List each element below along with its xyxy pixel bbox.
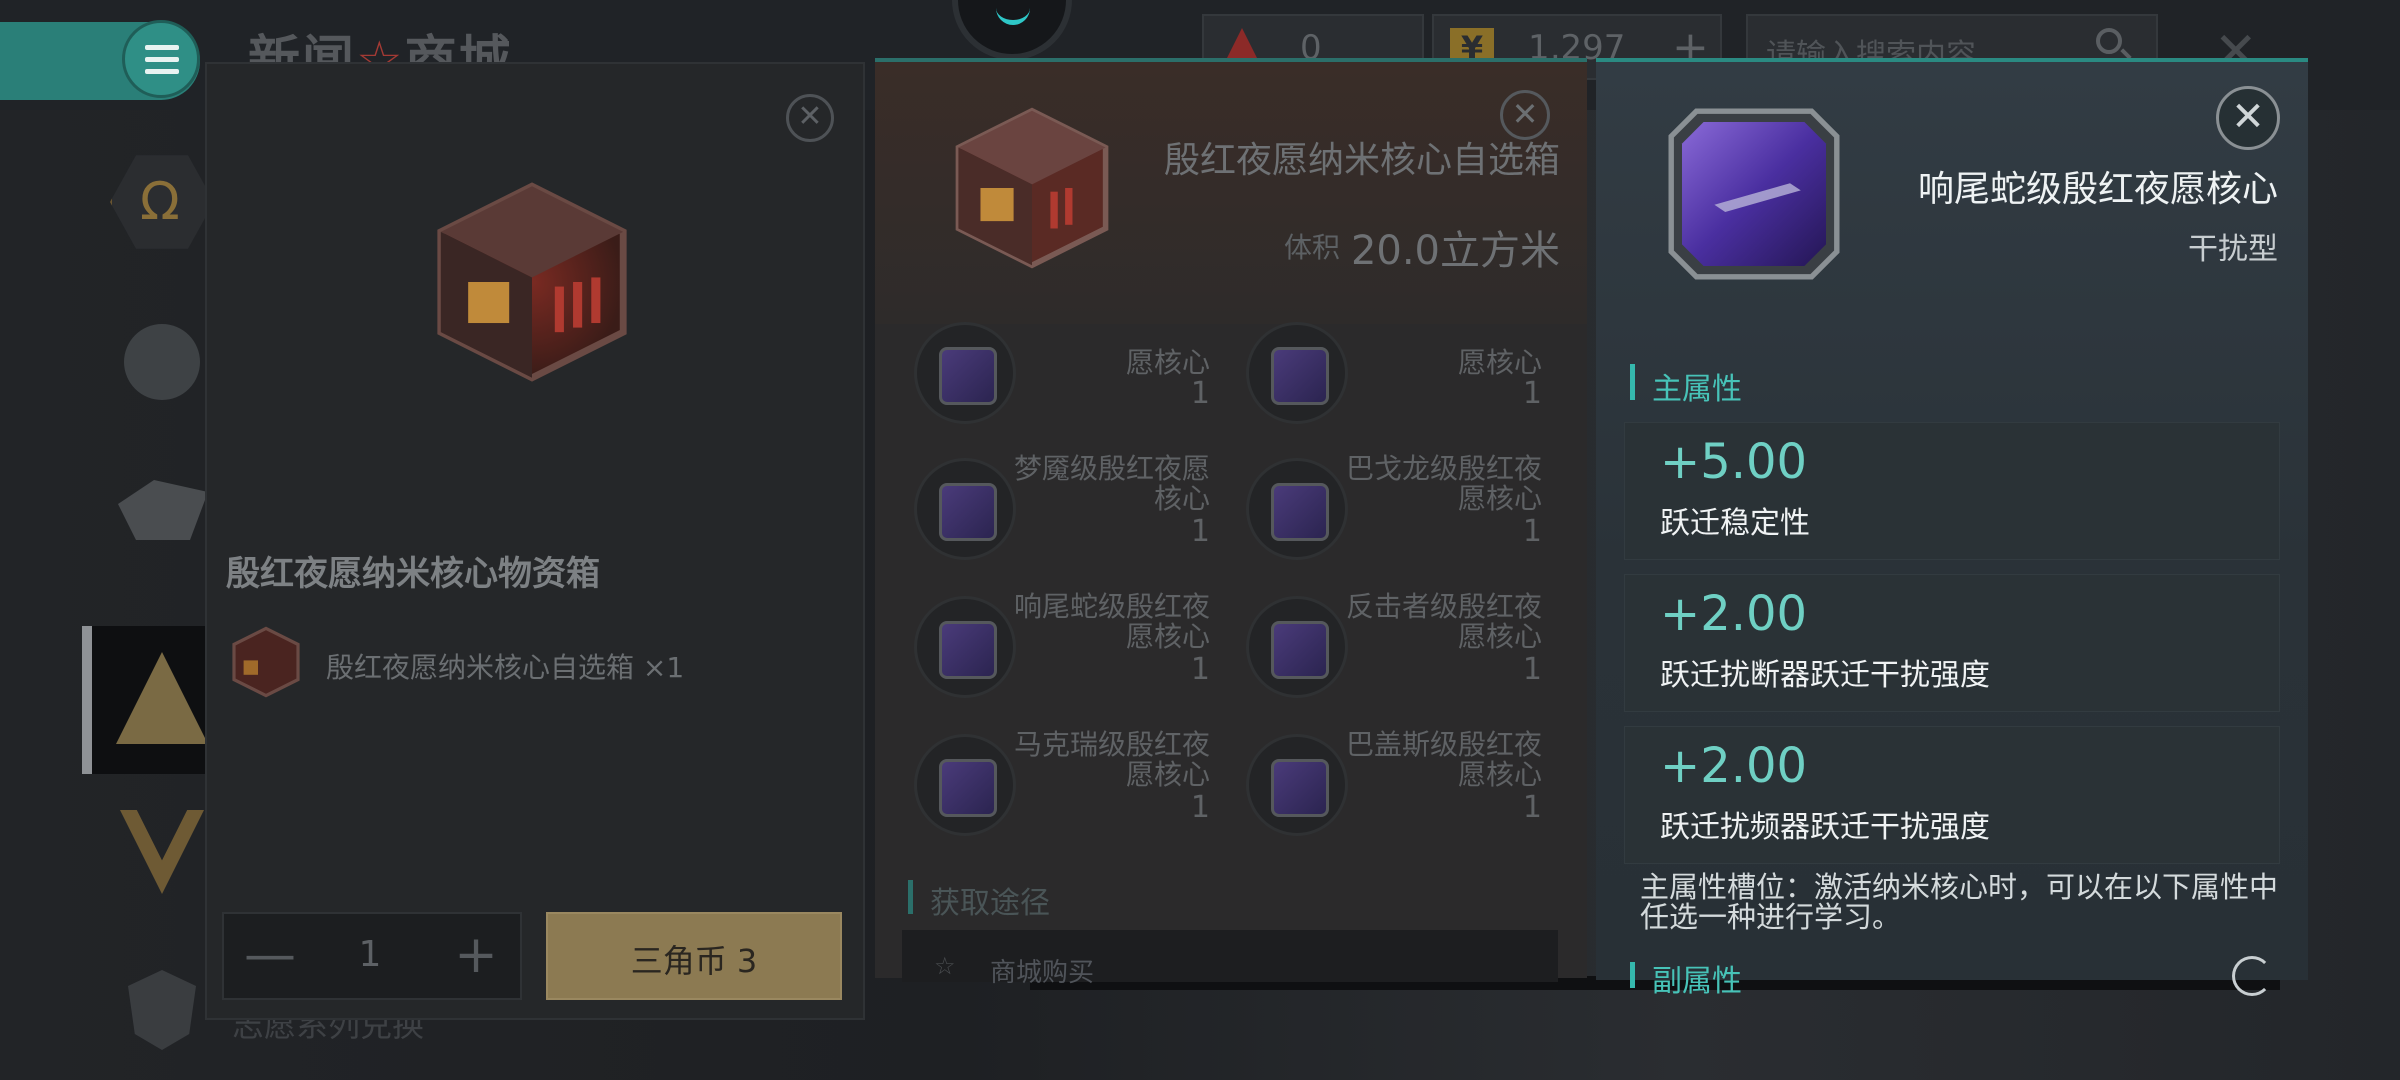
core-name: 响尾蛇级殷红夜愿核心 xyxy=(1917,169,2278,210)
menu-icon[interactable] xyxy=(122,20,200,98)
nav-building-icon[interactable] xyxy=(110,310,214,414)
nav-badge-icon[interactable] xyxy=(110,960,214,1064)
box-panel-title: 殷红夜愿纳米核心自选箱 xyxy=(1163,140,1560,181)
sub-attr-bar xyxy=(1630,962,1635,988)
nav-omega-icon[interactable]: Ω xyxy=(110,150,214,254)
stat-name: 跃迁稳定性 xyxy=(1660,506,1810,541)
acquire-text: 商城购买 xyxy=(990,958,1095,988)
stat-value: +5.00 xyxy=(1660,434,1808,490)
box-item-qty: 1 xyxy=(1190,652,1210,687)
main-attr-label: 主属性 xyxy=(1652,372,1742,407)
crate-thumb-icon xyxy=(232,626,300,698)
box-item-qty: 1 xyxy=(1190,790,1210,825)
minus-icon[interactable]: — xyxy=(240,920,300,990)
box-item-name: 反击者级殷红夜愿核心 xyxy=(1345,590,1542,653)
box-item-name: 响尾蛇级殷红夜愿核心 xyxy=(1013,590,1210,653)
stat-name: 跃迁扰频器跃迁干扰强度 xyxy=(1660,810,1990,845)
core-gem-icon xyxy=(1668,108,1840,280)
crate-panel-close-icon[interactable]: ✕ xyxy=(786,94,834,142)
stat-name: 跃迁扰断器跃迁干扰强度 xyxy=(1660,658,1990,693)
sub-attr-label: 副属性 xyxy=(1652,964,1742,999)
box-item-name: 巴戈龙级殷红夜愿核心 xyxy=(1345,452,1542,515)
acquire-label: 获取途径 xyxy=(930,886,1050,921)
acquire-section-bar xyxy=(908,880,913,914)
refresh-icon[interactable] xyxy=(2232,956,2272,996)
stat-value: +2.00 xyxy=(1660,586,1808,642)
box-panel-close-icon[interactable]: ✕ xyxy=(1500,90,1550,140)
box-item-name: 马克瑞级殷红夜愿核心 xyxy=(1013,728,1210,791)
crate-item-label: 殷红夜愿纳米核心自选箱 ×1 xyxy=(326,651,685,684)
box-item-name: 梦魇级殷红夜愿核心 xyxy=(1013,452,1210,515)
box-item-qty: 1 xyxy=(1522,790,1542,825)
detail-close-icon[interactable]: ✕ xyxy=(2216,86,2280,150)
nav-ship-icon[interactable] xyxy=(110,460,214,564)
stat-value: +2.00 xyxy=(1660,738,1808,794)
quantity-value[interactable]: 1 xyxy=(350,934,390,975)
crate-panel-title: 殷红夜愿纳米核心物资箱 xyxy=(226,554,600,594)
nav-triangle-icon-active[interactable] xyxy=(82,626,212,774)
search-icon[interactable] xyxy=(2096,28,2122,54)
crate-icon xyxy=(955,107,1109,269)
nav-wings-icon[interactable] xyxy=(110,800,214,904)
box-item-qty: 1 xyxy=(1190,376,1210,411)
box-item-qty: 1 xyxy=(1522,514,1542,549)
store-icon: ☆ xyxy=(934,952,956,980)
volume-value: 20.0立方米 xyxy=(1350,228,1560,274)
plus-icon[interactable]: + xyxy=(446,920,506,990)
crate-icon xyxy=(437,182,627,382)
volume-label: 体积 xyxy=(1283,231,1340,264)
box-item-qty: 1 xyxy=(1522,376,1542,411)
box-item-name: 愿核心 xyxy=(1457,346,1542,379)
main-attr-bar xyxy=(1630,364,1635,400)
core-type: 干扰型 xyxy=(2188,232,2278,267)
box-item-name: 巴盖斯级殷红夜愿核心 xyxy=(1345,728,1542,791)
main-attr-note: 主属性槽位：激活纳米核心时，可以在以下属性中任选一种进行学习。 xyxy=(1640,870,2279,934)
box-item-qty: 1 xyxy=(1522,652,1542,687)
box-item-qty: 1 xyxy=(1190,514,1210,549)
buy-button-label: 三角币 3 xyxy=(630,942,758,980)
box-item-name: 愿核心 xyxy=(1125,346,1210,379)
